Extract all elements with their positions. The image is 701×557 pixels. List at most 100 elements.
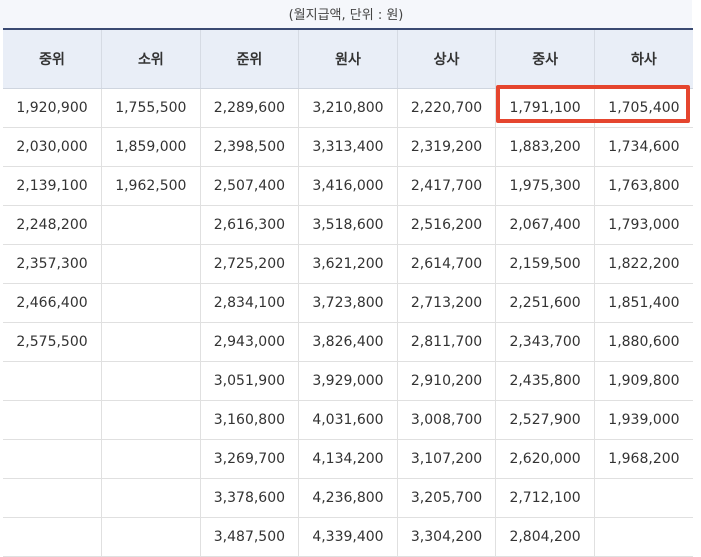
table-cell: 3,518,600 <box>298 205 398 245</box>
table-cell: 3,210,800 <box>298 88 398 128</box>
table-cell: 1,793,000 <box>594 205 693 245</box>
table-cell: 2,713,200 <box>397 283 497 323</box>
table-cell: 3,378,600 <box>200 478 300 518</box>
table-cell: 1,791,100 <box>495 88 595 128</box>
table-cell <box>3 517 103 557</box>
table-cell: 1,880,600 <box>594 322 693 362</box>
header-cell-3: 원사 <box>298 28 398 89</box>
pay-table: 중위 소위 준위 원사 상사 중사 하사 1,920,900 1,755,500 2… <box>3 28 693 557</box>
table-cell: 4,236,800 <box>298 478 398 518</box>
table-row: 2,575,500 2,943,000 3,826,400 2,811,700 2,34… <box>3 322 693 362</box>
table-cell: 3,313,400 <box>298 127 398 167</box>
table-cell: 3,160,800 <box>200 400 300 440</box>
table-cell <box>101 361 201 401</box>
table-cell: 3,487,500 <box>200 517 300 557</box>
table-cell: 3,304,200 <box>397 517 497 557</box>
table-cell: 2,620,000 <box>495 439 595 479</box>
table-cell <box>101 478 201 518</box>
header-cell-2: 준위 <box>200 28 300 89</box>
table-cell: 3,929,000 <box>298 361 398 401</box>
table-cell: 1,920,900 <box>3 88 103 128</box>
table-cell: 2,030,000 <box>3 127 103 167</box>
table-cell <box>101 439 201 479</box>
table-cell: 2,466,400 <box>3 283 103 323</box>
table-cell: 3,051,900 <box>200 361 300 401</box>
table-cell: 3,269,700 <box>200 439 300 479</box>
pay-table-header: 중위 소위 준위 원사 상사 중사 하사 <box>3 28 693 89</box>
table-cell: 3,416,000 <box>298 166 398 206</box>
table-cell: 3,107,200 <box>397 439 497 479</box>
table-cell: 2,943,000 <box>200 322 300 362</box>
table-cell: 4,339,400 <box>298 517 398 557</box>
table-cell: 2,616,300 <box>200 205 300 245</box>
table-cell: 2,507,400 <box>200 166 300 206</box>
table-cell: 2,575,500 <box>3 322 103 362</box>
table-cell: 2,804,200 <box>495 517 595 557</box>
table-cell: 2,614,700 <box>397 244 497 284</box>
table-cell: 1,883,200 <box>495 127 595 167</box>
header-cell-0: 중위 <box>3 28 103 89</box>
pay-table-body: 1,920,900 1,755,500 2,289,600 3,210,800 2,22… <box>3 88 693 557</box>
table-cell <box>101 205 201 245</box>
table-cell: 2,398,500 <box>200 127 300 167</box>
table-cell: 2,910,200 <box>397 361 497 401</box>
table-caption: (월지급액, 단위 : 원) <box>0 0 692 30</box>
table-cell <box>101 283 201 323</box>
table-row: 3,160,800 4,031,600 3,008,700 2,527,900 1,93… <box>3 400 693 440</box>
table-cell: 1,734,600 <box>594 127 693 167</box>
table-cell: 2,516,200 <box>397 205 497 245</box>
header-cell-5: 중사 <box>495 28 595 89</box>
table-cell: 2,435,800 <box>495 361 595 401</box>
table-cell: 2,067,400 <box>495 205 595 245</box>
table-cell: 3,826,400 <box>298 322 398 362</box>
table-cell: 1,822,200 <box>594 244 693 284</box>
table-cell: 1,968,200 <box>594 439 693 479</box>
table-cell <box>101 322 201 362</box>
table-cell: 2,289,600 <box>200 88 300 128</box>
header-cell-1: 소위 <box>101 28 201 89</box>
table-cell: 1,755,500 <box>101 88 201 128</box>
table-cell <box>594 517 693 557</box>
table-cell <box>3 478 103 518</box>
table-row: 1,920,900 1,755,500 2,289,600 3,210,800 2,22… <box>3 88 693 128</box>
table-cell: 3,205,700 <box>397 478 497 518</box>
table-cell: 2,248,200 <box>3 205 103 245</box>
table-cell: 1,975,300 <box>495 166 595 206</box>
table-row: 3,051,900 3,929,000 2,910,200 2,435,800 1,90… <box>3 361 693 401</box>
table-cell: 2,725,200 <box>200 244 300 284</box>
table-row: 2,248,200 2,616,300 3,518,600 2,516,200 2,06… <box>3 205 693 245</box>
table-row: 2,030,000 1,859,000 2,398,500 3,313,400 2,31… <box>3 127 693 167</box>
table-cell: 1,851,400 <box>594 283 693 323</box>
table-row: 3,269,700 4,134,200 3,107,200 2,620,000 1,96… <box>3 439 693 479</box>
table-cell: 1,909,800 <box>594 361 693 401</box>
table-row: 3,487,500 4,339,400 3,304,200 2,804,200 <box>3 517 693 557</box>
table-cell: 2,343,700 <box>495 322 595 362</box>
table-cell: 2,159,500 <box>495 244 595 284</box>
table-row: 2,466,400 2,834,100 3,723,800 2,713,200 2,25… <box>3 283 693 323</box>
table-row: 3,378,600 4,236,800 3,205,700 2,712,100 <box>3 478 693 518</box>
table-cell: 2,527,900 <box>495 400 595 440</box>
table-cell: 2,139,100 <box>3 166 103 206</box>
table-cell <box>594 478 693 518</box>
table-cell: 2,417,700 <box>397 166 497 206</box>
table-cell: 3,621,200 <box>298 244 398 284</box>
table-cell <box>3 361 103 401</box>
table-row: 2,139,100 1,962,500 2,507,400 3,416,000 2,41… <box>3 166 693 206</box>
table-cell: 2,712,100 <box>495 478 595 518</box>
table-cell: 1,859,000 <box>101 127 201 167</box>
table-cell: 2,251,600 <box>495 283 595 323</box>
table-cell: 4,134,200 <box>298 439 398 479</box>
table-cell: 1,705,400 <box>594 88 693 128</box>
table-cell: 4,031,600 <box>298 400 398 440</box>
table-cell: 1,962,500 <box>101 166 201 206</box>
table-cell: 2,811,700 <box>397 322 497 362</box>
table-row: 2,357,300 2,725,200 3,621,200 2,614,700 2,15… <box>3 244 693 284</box>
table-cell: 2,319,200 <box>397 127 497 167</box>
table-cell: 2,357,300 <box>3 244 103 284</box>
table-cell <box>101 244 201 284</box>
table-cell: 3,723,800 <box>298 283 398 323</box>
header-cell-4: 상사 <box>397 28 497 89</box>
header-row: 중위 소위 준위 원사 상사 중사 하사 <box>3 28 693 89</box>
table-cell: 1,763,800 <box>594 166 693 206</box>
table-cell: 2,220,700 <box>397 88 497 128</box>
